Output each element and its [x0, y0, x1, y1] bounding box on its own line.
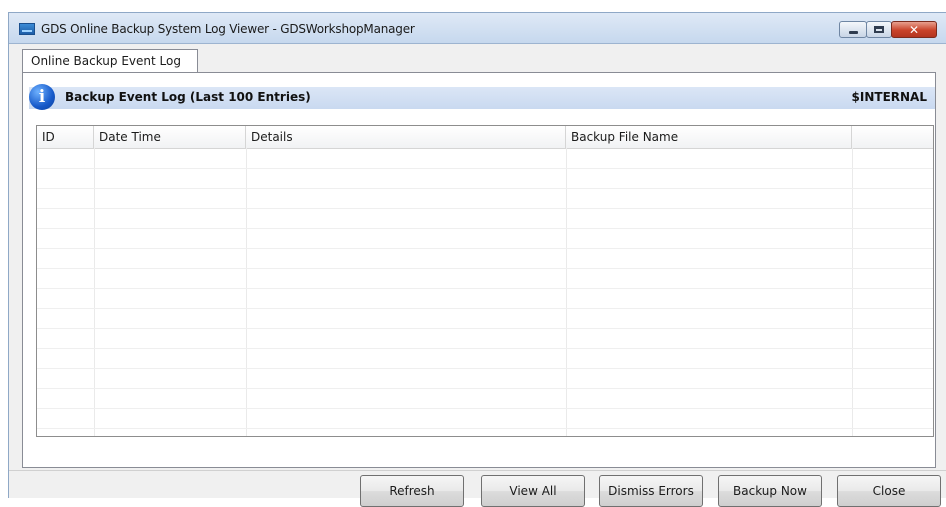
grid-column-divider — [566, 148, 567, 436]
grid-row-divider — [37, 208, 933, 209]
close-button[interactable]: Close — [837, 475, 941, 507]
info-bar-title: Backup Event Log (Last 100 Entries) — [65, 90, 311, 104]
title-bar[interactable]: GDS Online Backup System Log Viewer - GD… — [9, 13, 946, 43]
grid-row-divider — [37, 408, 933, 409]
grid-row-divider — [37, 248, 933, 249]
column-header-backup-file-name[interactable]: Backup File Name — [566, 126, 852, 148]
view-all-button[interactable]: View All — [481, 475, 585, 507]
dismiss-errors-button[interactable]: Dismiss Errors — [599, 475, 703, 507]
maximize-button[interactable] — [866, 21, 892, 38]
refresh-button[interactable]: Refresh — [360, 475, 464, 507]
grid-row-divider — [37, 288, 933, 289]
grid-row-divider — [37, 168, 933, 169]
close-window-button[interactable]: ✕ — [891, 21, 937, 38]
grid-row-divider — [37, 228, 933, 229]
grid-column-divider — [852, 148, 853, 436]
grid-column-divider — [246, 148, 247, 436]
close-icon: ✕ — [908, 22, 920, 37]
event-log-grid[interactable]: ID Date Time Details Backup File Name — [36, 125, 934, 437]
grid-row-divider — [37, 328, 933, 329]
grid-row-divider — [37, 428, 933, 429]
grid-row-divider — [37, 308, 933, 309]
column-header-blank[interactable] — [852, 126, 933, 148]
column-header-date-time[interactable]: Date Time — [94, 126, 246, 148]
info-bar-tag: $INTERNAL — [851, 90, 927, 104]
grid-row-divider — [37, 368, 933, 369]
column-header-id[interactable]: ID — [37, 126, 94, 148]
grid-column-divider — [94, 148, 95, 436]
backup-now-button[interactable]: Backup Now — [718, 475, 822, 507]
client-area: Online Backup Event Log i Backup Event L… — [9, 43, 946, 507]
grid-row-divider — [37, 188, 933, 189]
minimize-button[interactable] — [839, 21, 867, 38]
app-icon[interactable] — [19, 23, 35, 35]
column-header-details[interactable]: Details — [246, 126, 566, 148]
button-bar-divider — [9, 470, 946, 471]
info-icon: i — [29, 84, 55, 110]
info-bar: i Backup Event Log (Last 100 Entries) $I… — [29, 84, 935, 110]
grid-row-divider — [37, 348, 933, 349]
app-window: GDS Online Backup System Log Viewer - GD… — [8, 12, 946, 507]
tab-online-backup-event-log[interactable]: Online Backup Event Log — [22, 49, 198, 73]
grid-row-divider — [37, 388, 933, 389]
minimize-icon — [848, 31, 858, 34]
maximize-icon — [874, 26, 884, 33]
grid-header: ID Date Time Details Backup File Name — [37, 126, 933, 149]
window-title: GDS Online Backup System Log Viewer - GD… — [41, 22, 415, 36]
tab-page: i Backup Event Log (Last 100 Entries) $I… — [22, 72, 936, 468]
grid-row-divider — [37, 268, 933, 269]
